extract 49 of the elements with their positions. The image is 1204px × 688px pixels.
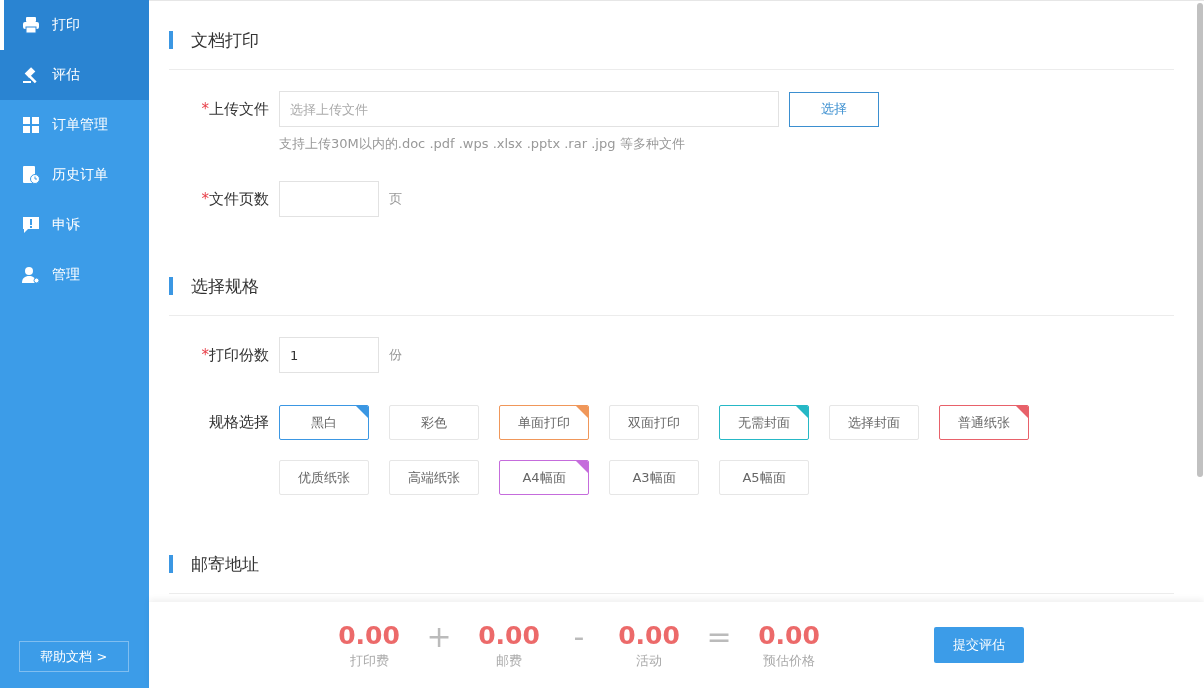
file-input[interactable]: 选择上传文件 — [279, 91, 779, 127]
gavel-icon — [22, 66, 40, 84]
number-input[interactable]: 1 — [279, 337, 379, 373]
sidebar-item[interactable]: 评估 — [0, 50, 149, 100]
spec-option[interactable]: 黑白 — [279, 405, 369, 440]
operator-sign: - — [572, 618, 586, 654]
spec-option[interactable]: 普通纸张 — [939, 405, 1029, 440]
unit-label: 页 — [389, 190, 402, 208]
price-amount: 0.00 — [758, 620, 820, 650]
spec-option[interactable]: 高端纸张 — [389, 460, 479, 495]
printer-icon — [22, 16, 40, 34]
price-caption: 活动 — [636, 651, 662, 670]
price-amount: 0.00 — [338, 620, 400, 650]
spec-option[interactable]: A4幅面 — [499, 460, 589, 495]
spec-option[interactable]: 选择封面 — [829, 405, 919, 440]
spec-option[interactable]: 优质纸张 — [279, 460, 369, 495]
price-caption: 邮费 — [496, 651, 522, 670]
spec-option[interactable]: 无需封面 — [719, 405, 809, 440]
section-marker — [169, 555, 173, 573]
sidebar-item[interactable]: 打印 — [0, 0, 149, 50]
user-gear-icon — [22, 266, 40, 284]
upload-hint: 支持上传30M以内的.doc .pdf .wps .xlsx .pptx .rar .jpg 等多种文件 — [279, 135, 686, 153]
scrollbar[interactable] — [1197, 3, 1203, 477]
grid-icon — [22, 116, 40, 134]
spec-option[interactable]: A5幅面 — [719, 460, 809, 495]
unit-label: 份 — [389, 346, 402, 364]
section-title: 选择规格 — [191, 274, 259, 298]
section-title: 文档打印 — [191, 28, 259, 52]
price-amount: 0.00 — [618, 620, 680, 650]
section-marker — [169, 31, 173, 49]
document-clock-icon — [22, 166, 40, 184]
operator-sign: + — [425, 618, 453, 654]
spec-option[interactable]: 彩色 — [389, 405, 479, 440]
section-title: 邮寄地址 — [191, 552, 259, 576]
spec-option[interactable]: 单面打印 — [499, 405, 589, 440]
choose-file-button[interactable]: 选择 — [789, 91, 879, 127]
price-caption: 预估价格 — [763, 651, 815, 670]
section-marker — [169, 277, 173, 295]
field-label: *上传文件 — [200, 99, 269, 120]
spec-option[interactable]: A3幅面 — [609, 460, 699, 495]
number-input[interactable] — [279, 181, 379, 217]
spec-option[interactable]: 双面打印 — [609, 405, 699, 440]
price-caption: 打印费 — [349, 651, 389, 670]
field-label: 规格选择 — [208, 412, 269, 433]
field-label: *文件页数 — [200, 189, 269, 210]
operator-sign: = — [705, 618, 733, 654]
price-amount: 0.00 — [478, 620, 540, 650]
field-label: *打印份数 — [200, 345, 269, 366]
alert-message-icon — [22, 216, 40, 234]
